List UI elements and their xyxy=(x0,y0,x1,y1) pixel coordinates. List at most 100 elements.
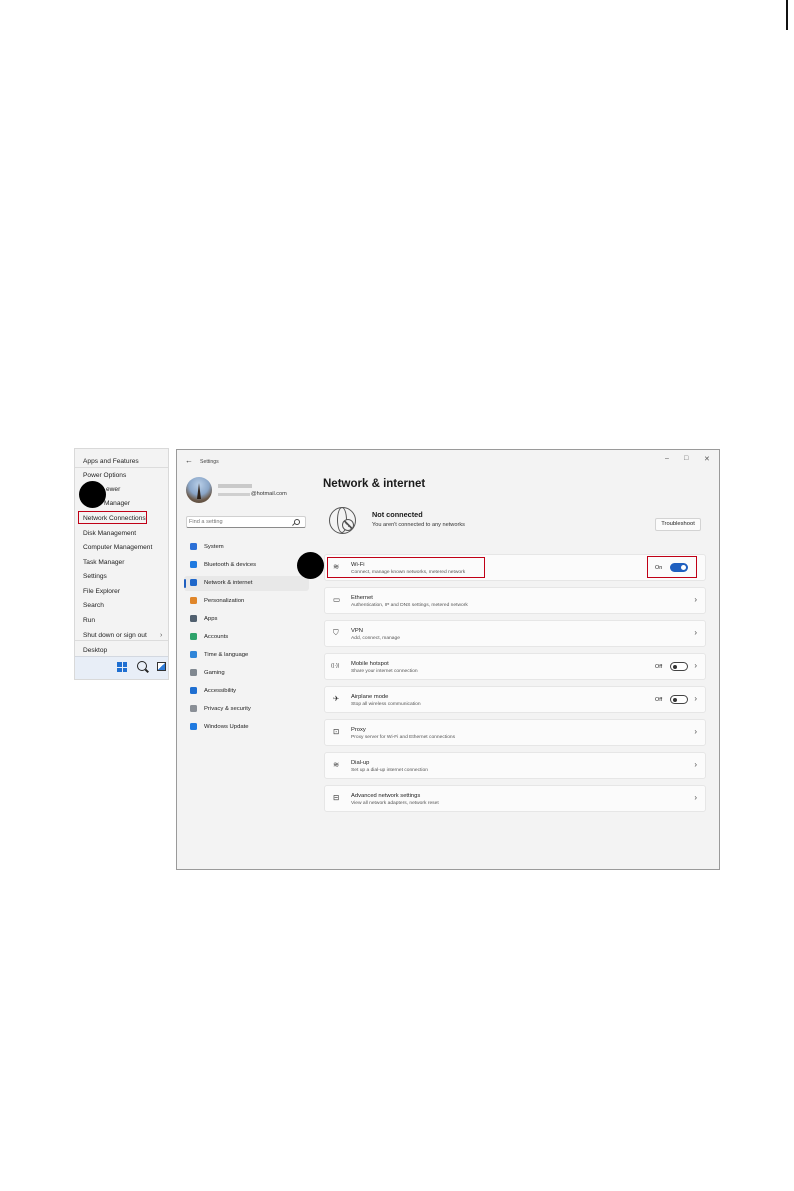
airplane-mode-toggle[interactable] xyxy=(670,695,688,704)
chevron-right-icon[interactable]: › xyxy=(694,727,697,736)
vpn-shield-icon: ⛉ xyxy=(333,628,339,637)
sidebar-item-personalization[interactable]: Personalization xyxy=(177,594,311,609)
airplane-icon: ✈ xyxy=(333,694,340,703)
connection-status-subtitle: You aren't connected to any networks xyxy=(372,522,465,528)
winx-item-label: Search xyxy=(83,602,104,609)
winx-item-label: Disk Management xyxy=(83,530,137,537)
winx-item-disk-management[interactable]: Disk Management xyxy=(83,530,136,537)
taskbar-search-icon[interactable] xyxy=(137,661,147,671)
system-icon xyxy=(190,543,197,550)
card-title: Proxy xyxy=(351,727,366,733)
sidebar-item-network-and-internet[interactable]: Network & internet xyxy=(184,576,309,591)
card-advanced-network-settings[interactable]: ⊟ Advanced network settings View all netwo… xyxy=(324,785,706,812)
card-airplane-mode[interactable]: ✈ Airplane mode Stop all wireless communic… xyxy=(324,686,706,713)
sidebar-item-label: Accessibility xyxy=(204,688,237,694)
card-mobile-hotspot[interactable]: ((·)) Mobile hotspot Share your internet c… xyxy=(324,653,706,680)
profile-email-redacted xyxy=(218,493,250,496)
hotspot-icon: ((·)) xyxy=(331,663,340,669)
search-input[interactable] xyxy=(189,518,284,526)
person-icon xyxy=(190,633,197,640)
winx-item-power-options[interactable]: Power Options xyxy=(83,472,126,479)
winx-item-label: Task Manager xyxy=(83,559,125,566)
sidebar-item-accessibility[interactable]: Accessibility xyxy=(177,684,311,699)
sidebar-item-label: Apps xyxy=(204,616,218,622)
chevron-right-icon[interactable]: › xyxy=(694,661,697,670)
sidebar-item-privacy-and-security[interactable]: Privacy & security xyxy=(177,702,311,717)
sidebar-item-time-and-language[interactable]: Time & language xyxy=(177,648,311,663)
close-button[interactable]: ✕ xyxy=(704,455,710,463)
chevron-right-icon[interactable]: › xyxy=(694,595,697,604)
selected-indicator xyxy=(184,579,186,588)
bluetooth-icon xyxy=(190,561,197,568)
card-vpn[interactable]: ⛉ VPN Add, connect, manage › xyxy=(324,620,706,647)
search-setting-box[interactable] xyxy=(186,516,306,528)
gamepad-icon xyxy=(190,669,197,676)
chevron-right-icon[interactable]: › xyxy=(694,628,697,637)
chevron-right-icon[interactable]: › xyxy=(694,694,697,703)
windows-start-icon[interactable] xyxy=(117,662,127,672)
settings-window: ← Settings – □ ✕ @hotmail.com System Blue… xyxy=(176,449,720,870)
chevron-right-icon[interactable]: › xyxy=(694,760,697,769)
winx-item-shut-down-or-sign-out[interactable]: Shut down or sign out › xyxy=(83,632,162,639)
sidebar-item-windows-update[interactable]: Windows Update xyxy=(177,720,311,735)
show-desktop-icon[interactable] xyxy=(157,662,166,671)
sidebar-item-label: Accounts xyxy=(204,634,229,640)
card-title: Mobile hotspot xyxy=(351,661,389,667)
sidebar-item-accounts[interactable]: Accounts xyxy=(177,630,311,645)
card-description: Authentication, IP and DNS settings, met… xyxy=(351,603,468,608)
chevron-right-icon[interactable]: › xyxy=(694,793,697,802)
sidebar-item-label: Network & internet xyxy=(204,580,253,586)
winx-item-apps-and-features[interactable]: Apps and Features xyxy=(83,458,139,465)
chevron-right-icon: › xyxy=(160,632,163,639)
toggle-state-label: Off xyxy=(655,664,663,670)
sidebar-item-apps[interactable]: Apps xyxy=(177,612,311,627)
card-dial-up[interactable]: ≋ Dial-up Set up a dial-up internet connec… xyxy=(324,752,706,779)
sidebar-item-bluetooth-and-devices[interactable]: Bluetooth & devices xyxy=(177,558,311,573)
sidebar-item-label: Bluetooth & devices xyxy=(204,562,257,568)
card-title: Dial-up xyxy=(351,760,370,766)
ethernet-icon: ▭ xyxy=(333,595,341,604)
card-proxy[interactable]: ⊡ Proxy Proxy server for Wi-Fi and Etherne… xyxy=(324,719,706,746)
sidebar-item-label: Windows Update xyxy=(204,724,249,730)
dialup-icon: ≋ xyxy=(333,760,340,769)
winx-item-file-explorer[interactable]: File Explorer xyxy=(83,588,120,595)
winx-item-run[interactable]: Run xyxy=(83,617,95,624)
minimize-button[interactable]: – xyxy=(665,455,669,462)
maximize-button[interactable]: □ xyxy=(684,455,688,462)
window-title: Settings xyxy=(200,459,219,465)
brush-icon xyxy=(190,597,197,604)
menu-divider xyxy=(75,640,168,641)
update-icon xyxy=(190,723,197,730)
card-description: Stop all wireless communication xyxy=(351,702,421,707)
page-corner-line xyxy=(786,0,788,30)
step-callout-2 xyxy=(297,552,324,579)
sidebar-item-system[interactable]: System xyxy=(177,540,311,555)
winx-item-settings[interactable]: Settings xyxy=(83,573,107,580)
card-description: Add, connect, manage xyxy=(351,636,400,641)
mobile-hotspot-toggle[interactable] xyxy=(670,662,688,671)
search-icon[interactable] xyxy=(294,519,300,525)
winx-item-search[interactable]: Search xyxy=(83,602,104,609)
winx-item-label: File Explorer xyxy=(83,588,121,595)
profile-name-redacted xyxy=(218,484,252,488)
winx-item-manager[interactable]: Manager xyxy=(104,500,130,507)
sidebar-item-gaming[interactable]: Gaming xyxy=(177,666,311,681)
winx-item-ewer[interactable]: ewer xyxy=(106,486,120,493)
winx-item-task-manager[interactable]: Task Manager xyxy=(83,559,124,566)
sidebar-item-label: System xyxy=(204,544,224,550)
winx-item-computer-management[interactable]: Computer Management xyxy=(83,544,152,551)
page-title: Network & internet xyxy=(323,478,426,490)
card-title: Airplane mode xyxy=(351,694,389,700)
back-arrow-icon[interactable]: ← xyxy=(185,456,193,465)
monitor-network-icon: ⊟ xyxy=(333,793,340,802)
avatar[interactable] xyxy=(186,477,212,503)
winx-item-desktop[interactable]: Desktop xyxy=(83,647,107,654)
sidebar-item-label: Personalization xyxy=(204,598,245,604)
card-ethernet[interactable]: ▭ Ethernet Authentication, IP and DNS sett… xyxy=(324,587,706,614)
sidebar-item-label: Privacy & security xyxy=(204,706,251,712)
wifi-icon xyxy=(190,579,197,586)
troubleshoot-button[interactable]: Troubleshoot xyxy=(655,518,701,531)
no-network-globe-icon xyxy=(329,507,356,534)
sidebar-item-label: Time & language xyxy=(204,652,249,658)
card-title: Advanced network settings xyxy=(351,793,421,799)
